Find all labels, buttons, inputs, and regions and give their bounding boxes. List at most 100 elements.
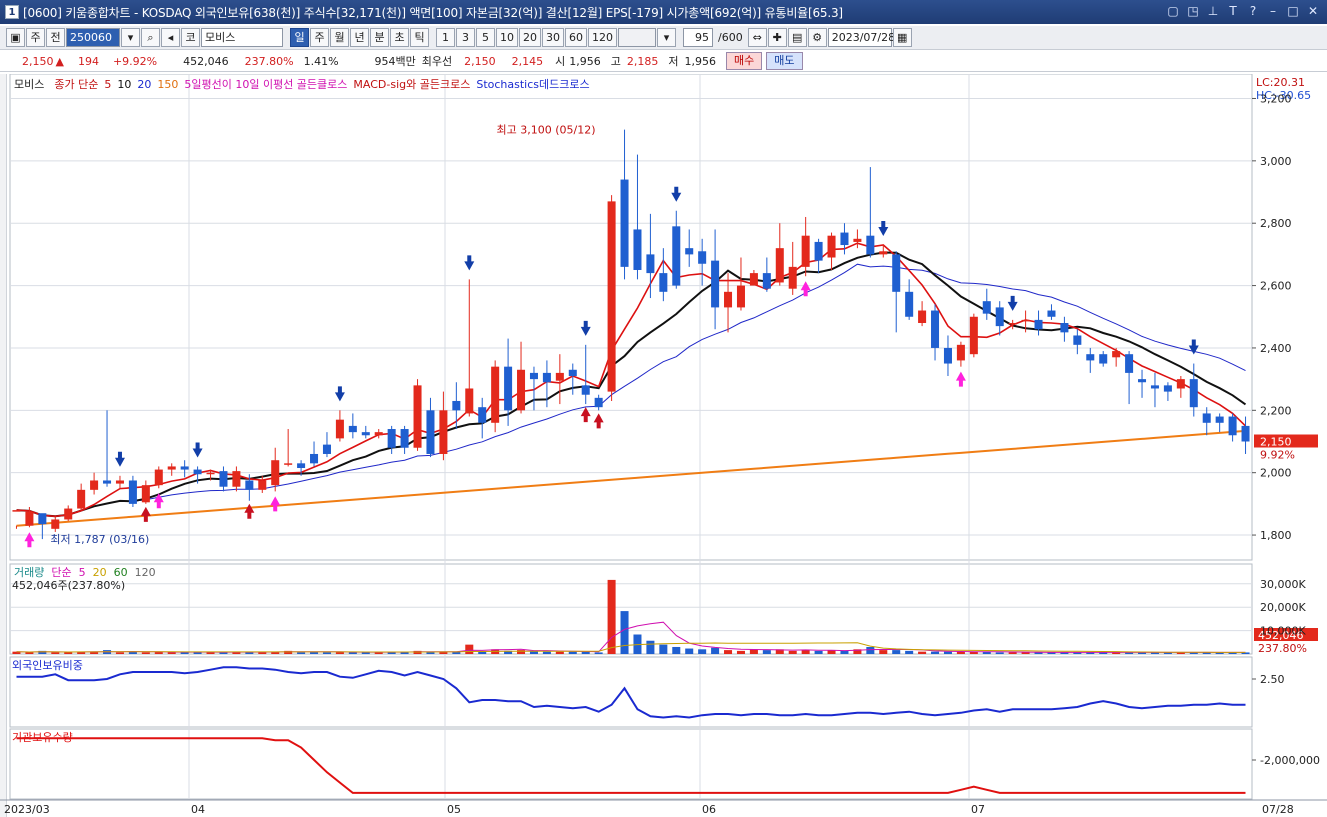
interval-1[interactable]: 1 (436, 28, 455, 47)
price-legend-item: 5일평선이 10일 이평선 골든클로스 (184, 77, 347, 91)
volume-bar (943, 651, 952, 654)
stock-code-input[interactable]: 250060 (66, 28, 120, 47)
volume-bar (711, 647, 720, 654)
price-tick-label: 2,000 (1260, 467, 1292, 480)
interval-20[interactable]: 20 (519, 28, 541, 47)
candle (840, 232, 849, 246)
sell-button[interactable]: 매도 (766, 52, 803, 70)
candle (1125, 354, 1134, 373)
turnover-rate: 1.41% (303, 54, 339, 68)
crosshair-icon[interactable]: ✚ (767, 28, 787, 47)
price-legend-item: 5 (104, 78, 111, 91)
volume-bar (361, 652, 370, 654)
candle (491, 366, 500, 423)
candle (581, 385, 590, 395)
low-label: 저 (668, 55, 679, 68)
interval-60[interactable]: 60 (565, 28, 587, 47)
speaker-icon[interactable]: ◂ (161, 28, 180, 47)
candle (335, 419, 344, 439)
calendar-icon[interactable]: ▦ (892, 28, 912, 47)
interval-30[interactable]: 30 (542, 28, 564, 47)
chevron-down-icon[interactable]: ▾ (657, 28, 676, 47)
zoom-icon[interactable]: ⇔ (747, 28, 767, 47)
foreign-panel-title: 외국인보유비중 (12, 659, 83, 672)
period-tab-minute[interactable]: 분 (370, 28, 389, 47)
panel-frame (9, 74, 1253, 561)
period-tab-month[interactable]: 월 (330, 28, 349, 47)
candle (90, 480, 99, 490)
fix-icon[interactable]: ⊥ (1205, 3, 1221, 19)
period-tab-day[interactable]: 일 (290, 28, 309, 47)
volume-bar (892, 650, 901, 654)
pin-icon[interactable]: ▢ (1165, 3, 1181, 19)
lc-label: LC:20.31 (1256, 76, 1305, 89)
x-tick-label: 07 (971, 803, 985, 816)
volume-tick-label: 10,000K (1260, 625, 1306, 638)
chart-area[interactable]: 최고 3,100 (05/12) 최저 1,787 (03/16) 모비스 종가 단순… (0, 74, 1327, 817)
maximize-icon[interactable]: □ (1285, 3, 1301, 19)
candle (659, 273, 668, 292)
candle (77, 489, 86, 509)
volume-bar (245, 652, 254, 654)
price-tick-label: 2,200 (1260, 404, 1292, 417)
date-input[interactable]: 2023/07/28 (827, 28, 895, 47)
link-icon[interactable]: ◳ (1185, 3, 1201, 19)
interval-120[interactable]: 120 (588, 28, 617, 47)
price-tick-label: 2,400 (1260, 342, 1292, 355)
candle (25, 511, 34, 526)
candle (1034, 319, 1043, 330)
candle (594, 397, 603, 408)
x-tick-label: 06 (702, 803, 716, 816)
institution-tick-label: -2,000,000 (1260, 754, 1320, 767)
volume-bar (51, 652, 60, 654)
display-count-input[interactable]: 95 (683, 28, 713, 47)
candle (271, 460, 280, 486)
change-arrow: ▲ (55, 54, 64, 68)
period-tab-second[interactable]: 초 (390, 28, 409, 47)
period-tab-week[interactable]: 주 (310, 28, 329, 47)
help-icon[interactable]: ? (1245, 3, 1261, 19)
prev-button[interactable]: 전 (46, 28, 65, 47)
candle (439, 410, 448, 454)
volume-bar (762, 650, 771, 654)
layout-icon[interactable]: ▣ (6, 28, 25, 47)
candle (517, 369, 526, 411)
text-icon[interactable]: T (1225, 3, 1241, 19)
search-icon[interactable]: ⌕ (141, 28, 160, 47)
price-legend-item: MACD-sig와 골든크로스 (353, 78, 470, 91)
volume-bar (322, 652, 331, 654)
candle (64, 508, 73, 520)
candle (905, 291, 914, 317)
period-tab-tick[interactable]: 틱 (410, 28, 429, 47)
candle (943, 347, 952, 364)
gear-icon[interactable]: ⚙ (807, 28, 827, 47)
period-primary-select[interactable]: 주 (26, 28, 45, 47)
volume-bar (659, 644, 668, 654)
minimize-icon[interactable]: – (1265, 3, 1281, 19)
window-controls: ▢ ◳ ⊥ T ? – □ ✕ (1165, 3, 1321, 19)
max-price-label: 최고 3,100 (05/12) (497, 124, 596, 137)
candle (1202, 413, 1211, 423)
candle (1228, 416, 1237, 436)
chevron-down-icon[interactable]: ▾ (121, 28, 140, 47)
buy-button[interactable]: 매수 (726, 52, 763, 70)
candle (685, 248, 694, 255)
candle (38, 513, 47, 525)
volume-tick-label: 30,000K (1260, 578, 1306, 591)
close-icon[interactable]: ✕ (1305, 3, 1321, 19)
candle (529, 372, 538, 380)
interval-5[interactable]: 5 (476, 28, 495, 47)
period-tab-year[interactable]: 년 (350, 28, 369, 47)
interval-custom-input[interactable] (618, 28, 656, 47)
candle (995, 307, 1004, 327)
interval-10[interactable]: 10 (496, 28, 518, 47)
candle (1073, 335, 1082, 345)
interval-3[interactable]: 3 (456, 28, 475, 47)
quote-bar: 2,150 ▲ 194 +9.92% 452,046 237.80% 1.41%… (0, 51, 1327, 72)
display-count-total: /600 (718, 31, 743, 44)
volume-legend-item: 거래량 (14, 566, 44, 579)
candle (387, 429, 396, 448)
candle (180, 466, 189, 470)
save-icon[interactable]: ▤ (787, 28, 807, 47)
price-tick-label: 2,600 (1260, 280, 1292, 293)
